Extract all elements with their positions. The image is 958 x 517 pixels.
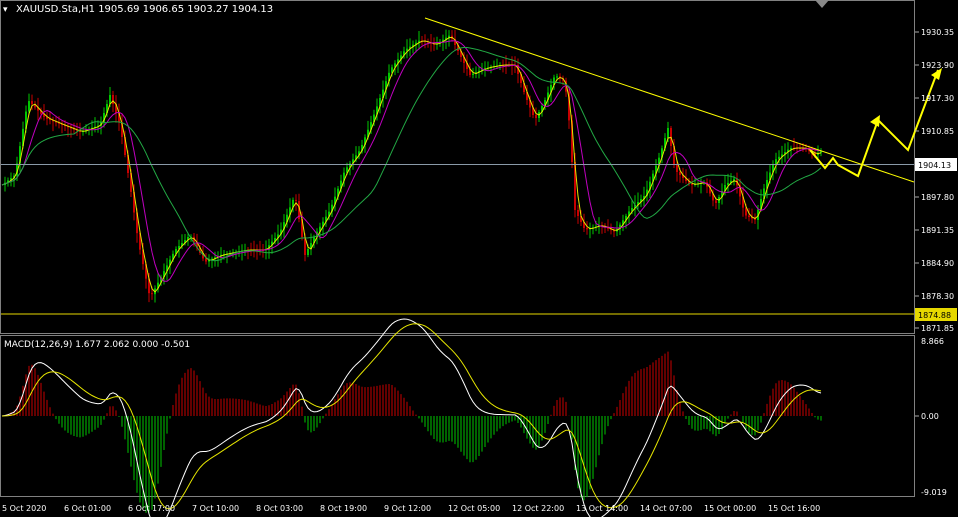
time-label: 7 Oct 10:00	[192, 504, 239, 513]
time-label: 9 Oct 12:00	[384, 504, 431, 513]
candle-body	[472, 73, 474, 75]
price-label: 1878.30	[921, 292, 954, 301]
trading-chart[interactable]: ▾ XAUUSD.Sta,H1 1905.69 1906.65 1903.27 …	[0, 0, 958, 517]
candle-body	[667, 128, 669, 139]
price-label: 1923.90	[921, 61, 954, 70]
macd-label: MACD(12,26,9) 1.677 2.062 0.000 -0.501	[4, 340, 190, 350]
time-label: 8 Oct 03:00	[256, 504, 303, 513]
candle-body	[679, 172, 681, 175]
candle-body	[28, 101, 30, 112]
time-label: 15 Oct 00:00	[704, 504, 756, 513]
candle-body	[676, 164, 678, 172]
price-label: 1884.90	[921, 259, 954, 268]
candle-body	[112, 95, 114, 104]
macd-axis-label: 0.00	[921, 412, 939, 421]
window-arrow-icon[interactable]: ▾	[3, 5, 8, 15]
price-label: 1910.85	[921, 127, 954, 136]
time-label: 14 Oct 07:00	[640, 504, 692, 513]
candle-body	[205, 258, 207, 262]
candle-body	[31, 101, 33, 105]
price-label: 1891.35	[921, 226, 954, 235]
price-label: 1917.30	[921, 94, 954, 103]
time-label: 6 Oct 01:00	[64, 504, 111, 513]
macd-axis-label: 8.866	[921, 337, 944, 346]
candle-body	[151, 293, 153, 295]
candle-body	[577, 210, 579, 216]
time-label: 15 Oct 16:00	[768, 504, 820, 513]
candle-body	[535, 115, 537, 118]
symbol-info: XAUUSD.Sta,H1 1905.69 1906.65 1903.27 19…	[16, 4, 273, 15]
candle-body	[586, 228, 588, 230]
candle-body	[295, 199, 297, 201]
candle-body	[727, 182, 729, 185]
macd-axis-label: -9.019	[921, 488, 947, 497]
candle-body	[715, 200, 717, 203]
price-label: 1930.35	[921, 28, 954, 37]
time-label: 12 Oct 05:00	[448, 504, 500, 513]
support-price-value: 1874.88	[918, 311, 951, 320]
time-label: 12 Oct 22:00	[512, 504, 564, 513]
time-label: 5 Oct 2020	[2, 504, 46, 513]
candle-body	[307, 249, 309, 255]
candle-body	[748, 215, 750, 217]
time-label: 13 Oct 14:00	[576, 504, 628, 513]
candle-body	[691, 184, 693, 185]
time-label: 8 Oct 19:00	[320, 504, 367, 513]
price-label: 1897.80	[921, 193, 954, 202]
candle-body	[556, 76, 558, 78]
price-label: 1871.85	[921, 324, 954, 333]
time-label: 6 Oct 17:00	[128, 504, 175, 513]
current-price-value: 1904.13	[918, 161, 951, 170]
